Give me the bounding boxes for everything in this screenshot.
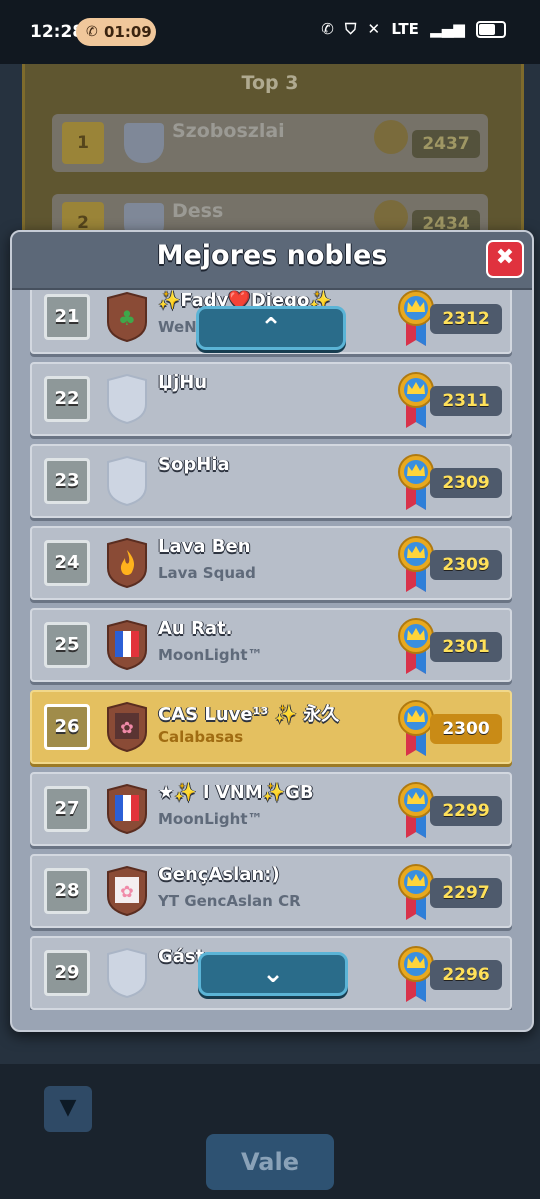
leaderboard-row[interactable]: 26 ✿ CAS Luve¹³ ✨ 永久 Calabasas 2300 [30,690,512,764]
rank-number: 21 [44,294,90,340]
clan-name: YT GencAslan CR [158,892,301,910]
phone-icon: ✆ [86,24,98,40]
crown-trophy-icon [398,698,434,758]
rank-number: 26 [44,704,90,750]
trophy-score: 2300 [430,714,502,744]
top3-title: Top 3 [241,72,299,94]
clan-badge-icon [106,537,148,589]
close-icon: ✖ [495,245,515,270]
trophy-score: 2312 [430,304,502,334]
crown-trophy-icon [398,616,434,676]
leaderboard-row[interactable]: 28 ✿ GençAslan:) YT GencAslan CR 2297 [30,854,512,928]
svg-text:✿: ✿ [120,718,133,737]
top3-name: Dess [172,200,224,222]
crown-trophy-icon [398,370,434,430]
rank-number: 24 [44,540,90,586]
clan-badge-icon [106,373,148,425]
player-list[interactable]: 21 ♣ ✨Fady❤️Diego✨ WeN 2312 22 ЏјHu 2311 23 SopHi… [30,290,514,1010]
scroll-down-button[interactable]: ⌄ [198,952,348,996]
status-icons: ✆ ⛉ ✕ LTE ▂▄▆ [315,20,506,38]
expand-button[interactable]: ▼ [44,1086,92,1132]
leaderboard-row[interactable]: 24 Lava Ben Lava Squad 2309 [30,526,512,600]
trophy-score: 2297 [430,878,502,908]
dialog-header: Mejores nobles ✖ [12,232,532,290]
clan-name: WeN [158,318,197,336]
trophy-score: 2309 [430,550,502,580]
network-label: LTE [391,20,419,38]
mute-icon: ✕ [367,20,381,38]
chevron-up-icon: ⌃ [260,313,282,343]
top3-name: Szoboszlai [172,120,285,142]
scroll-up-button[interactable]: ⌃ [196,306,346,350]
clan-badge-icon: ✿ [106,865,148,917]
svg-text:♣: ♣ [118,306,136,330]
top3-score: 2437 [412,130,480,158]
clan-badge-icon [106,783,148,835]
crown-trophy-icon [398,944,434,1004]
rank-number: 27 [44,786,90,832]
clan-name: Lava Squad [158,564,256,582]
top3-row: 1 Szoboszlai 2437 [52,114,488,172]
player-name: Au Rat. [158,618,233,639]
clan-name: Calabasas [158,728,244,746]
close-button[interactable]: ✖ [486,240,524,278]
rank-number: 23 [44,458,90,504]
clan-badge-icon [106,947,148,999]
player-name: CAS Luve¹³ ✨ 永久 [158,704,340,725]
rank-number: 25 [44,622,90,668]
trophy-score: 2309 [430,468,502,498]
clan-badge-icon: ✿ [106,701,148,753]
clan-badge-icon: ♣ [106,291,148,343]
crown-trophy-icon [398,290,434,348]
battery-icon [476,21,506,38]
signal-icon: ▂▄▆ [430,20,465,38]
call-timer: 01:09 [104,23,152,41]
dialog-title: Mejores nobles [156,240,388,271]
status-bar: 12:28 ✆ 01:09 ✆ ⛉ ✕ LTE ▂▄▆ [0,0,540,64]
crown-trophy-icon [398,452,434,512]
vpn-shield-icon: ⛉ [345,20,357,38]
rank-number: 29 [44,950,90,996]
clan-badge-icon [106,619,148,671]
trophy-score: 2299 [430,796,502,826]
wifi-call-icon: ✆ [321,20,334,38]
trophy-score: 2311 [430,386,502,416]
leaderboard-dialog: Mejores nobles ✖ 21 ♣ ✨Fady❤️Diego✨ WeN 2312… [10,230,534,1032]
leaderboard-row[interactable]: 27 ★✨ I VNM✨GB MoonLight™ 2299 [30,772,512,846]
crown-trophy-icon [374,120,408,154]
svg-text:✿: ✿ [120,882,133,901]
clan-name: MoonLight™ [158,646,263,664]
clan-badge-icon [106,455,148,507]
clan-name: MoonLight™ [158,810,263,828]
player-name: SopHia [158,454,230,475]
player-name: ★✨ I VNM✨GB [158,782,314,803]
leaderboard-row[interactable]: 25 Au Rat. MoonLight™ 2301 [30,608,512,682]
rank-number: 28 [44,868,90,914]
player-name: Lava Ben [158,536,251,557]
chevron-down-icon: ⌄ [262,959,284,989]
player-name: ЏјHu [158,372,208,393]
leaderboard-row[interactable]: 23 SopHia 2309 [30,444,512,518]
call-chip[interactable]: ✆ 01:09 [76,18,156,46]
crown-trophy-icon [398,780,434,840]
clan-shield-icon [124,123,164,163]
crown-trophy-icon [374,200,408,234]
top3-rank: 1 [62,122,104,164]
leaderboard-row[interactable]: 22 ЏјHu 2311 [30,362,512,436]
chevron-down-icon: ▼ [59,1095,77,1120]
rank-number: 22 [44,376,90,422]
confirm-button[interactable]: Vale [206,1134,334,1190]
trophy-score: 2301 [430,632,502,662]
player-name: GençAslan:) [158,864,280,885]
crown-trophy-icon [398,534,434,594]
crown-trophy-icon [398,862,434,922]
trophy-score: 2296 [430,960,502,990]
